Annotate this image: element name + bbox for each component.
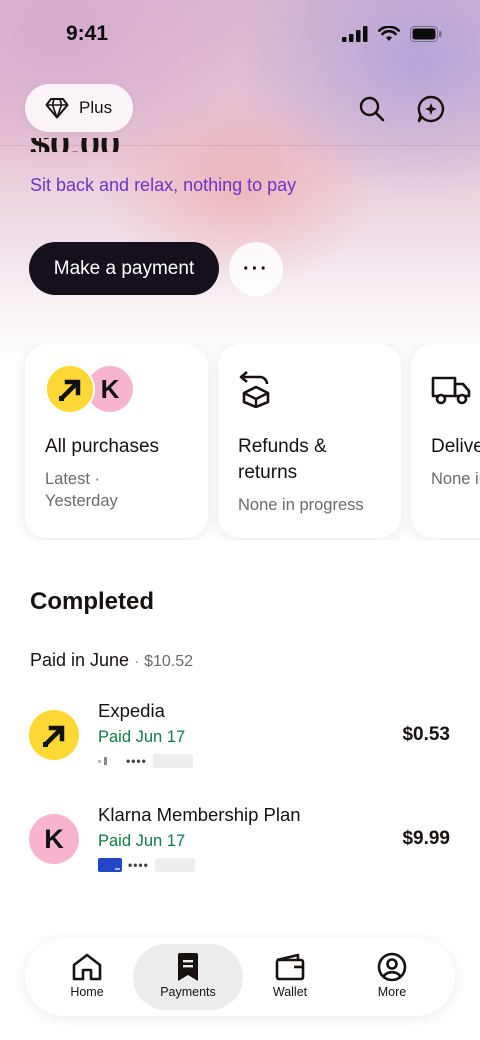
bottom-tab-bar: Home Payments Wallet More <box>25 938 455 1016</box>
tab-payments[interactable]: Payments <box>133 944 243 1010</box>
group-amount: $10.52 <box>144 653 194 670</box>
card-subtitle: Latest · <box>45 470 101 488</box>
home-icon <box>72 953 102 981</box>
plus-button[interactable]: Plus <box>25 84 133 132</box>
payment-status: Paid Jun 17 <box>98 832 186 850</box>
payments-icon <box>178 953 198 981</box>
payment-method: •••• <box>98 754 193 768</box>
masked-card-number: •••• <box>128 858 149 872</box>
more-options-button[interactable]: ··· <box>229 242 283 296</box>
redacted-digits <box>154 858 195 872</box>
card-brand-icon <box>98 858 122 872</box>
card-all-purchases[interactable]: K All purchases Latest · Yesterday <box>25 344 208 538</box>
card-brand-icon <box>98 754 120 768</box>
card-subtitle: Yesterday <box>45 492 118 510</box>
group-label: Paid in June <box>30 650 130 670</box>
shortcut-cards: K All purchases Latest · Yesterday Refun… <box>0 344 480 540</box>
battery-icon <box>410 26 442 42</box>
expedia-logo-icon <box>29 710 79 760</box>
status-bar: 9:41 <box>0 0 480 70</box>
transaction-row-expedia[interactable]: Expedia Paid Jun 17 •••• $0.53 <box>0 698 480 778</box>
status-time: 9:41 <box>66 22 109 45</box>
card-title: Refunds & <box>238 436 327 457</box>
delivery-truck-icon <box>431 376 471 405</box>
top-bar: Plus <box>0 72 480 146</box>
search-icon[interactable] <box>357 94 387 124</box>
transaction-amount: $9.99 <box>402 828 450 849</box>
status-subtitle: Sit back and relax, nothing to pay <box>30 175 297 195</box>
card-title: Deliveries <box>431 436 480 457</box>
balance-amount: $0.00 <box>30 138 120 152</box>
make-payment-button[interactable]: Make a payment <box>29 242 219 295</box>
klarna-logo-icon: K <box>29 814 79 864</box>
transaction-row-klarna[interactable]: K Klarna Membership Plan Paid Jun 17 •••… <box>0 802 480 882</box>
expedia-logo-icon <box>45 364 95 414</box>
tab-label: Wallet <box>272 985 308 999</box>
refund-box-icon <box>239 371 270 408</box>
signal-icon <box>342 26 368 42</box>
transaction-amount: $0.53 <box>402 724 450 745</box>
card-title: returns <box>238 462 298 483</box>
wallet-icon <box>275 953 305 981</box>
merchant-name: Expedia <box>98 700 165 721</box>
wifi-icon <box>378 26 400 41</box>
tab-home[interactable]: Home <box>32 944 142 1010</box>
tab-label: Payments <box>160 985 216 999</box>
tab-wallet[interactable]: Wallet <box>235 944 345 1010</box>
card-title: All purchases <box>45 436 160 457</box>
status-icons <box>342 26 442 42</box>
tab-more[interactable]: More <box>337 944 447 1010</box>
sparkle-chat-icon[interactable] <box>416 94 446 124</box>
payment-method: •••• <box>98 858 195 872</box>
card-subtitle: None in progress <box>238 496 364 514</box>
card-refunds-returns[interactable]: Refunds & returns None in progress <box>218 344 401 538</box>
redacted-digits <box>152 754 193 768</box>
tab-label: Home <box>70 985 104 999</box>
tab-label: More <box>377 985 407 999</box>
profile-icon <box>377 952 407 982</box>
payment-status: Paid Jun 17 <box>98 728 186 746</box>
plus-label: Plus <box>79 98 113 117</box>
group-header: Paid in June · $10.52 <box>30 650 193 671</box>
diamond-icon <box>45 98 69 119</box>
section-title-completed: Completed <box>30 588 155 615</box>
group-separator: · <box>134 653 140 670</box>
card-deliveries[interactable]: Deliveries None in progress <box>411 344 480 538</box>
card-subtitle: None in progress <box>431 470 480 488</box>
masked-card-number: •••• <box>126 754 147 768</box>
merchant-name: Klarna Membership Plan <box>98 804 301 825</box>
